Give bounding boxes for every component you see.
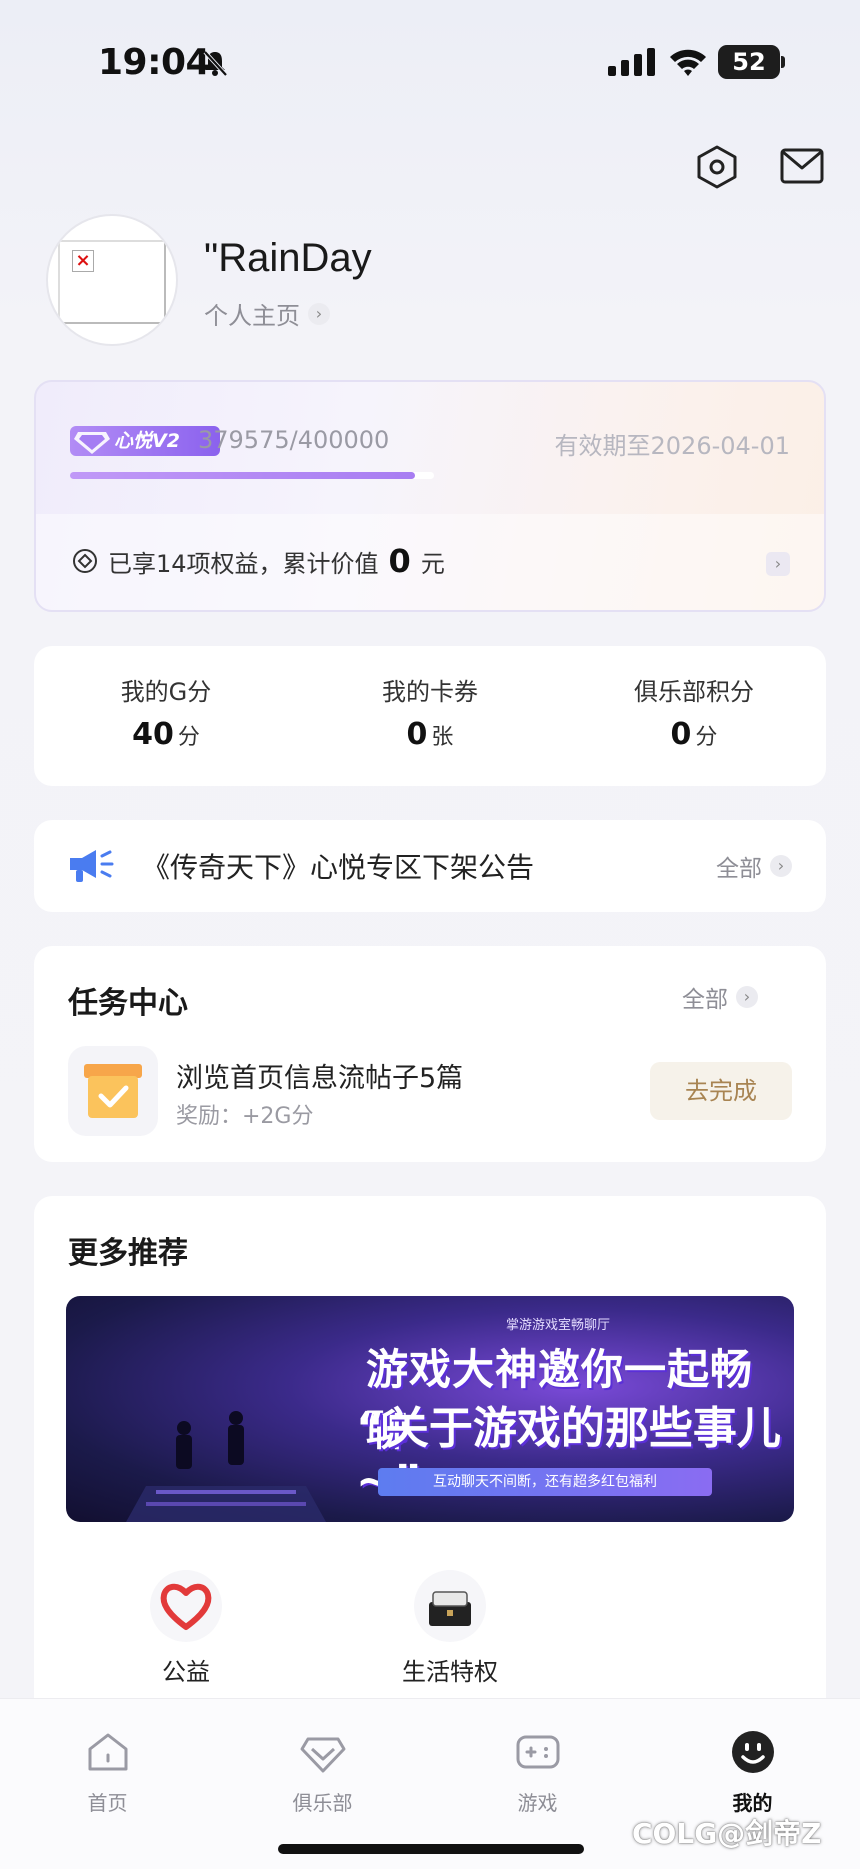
vip-expiry: 有效期至2026-04-01 <box>554 432 790 460</box>
chevron-right-icon[interactable]: › <box>766 552 790 576</box>
task-box-icon <box>84 1064 142 1118</box>
vip-gem-icon <box>74 432 110 454</box>
tab-label: 首页 <box>87 1791 128 1815</box>
vip-points: 379575/400000 <box>198 426 390 454</box>
task-center-title: 任务中心 <box>68 986 188 1021</box>
task-icon <box>68 1046 158 1136</box>
settings-hex-icon[interactable] <box>694 144 740 190</box>
wifi-icon <box>670 49 706 76</box>
shortcut-life-privilege[interactable]: 生活特权 <box>360 1570 540 1687</box>
broken-image-placeholder: × <box>58 240 166 324</box>
watermark: COLG@剑帝Z <box>632 1817 822 1850</box>
recommend-card: 更多推荐 掌游游戏室畅聊厅 游戏大神邀你一起畅聊 “关于游戏的那些事儿~” 互动… <box>34 1196 826 1716</box>
banner-tagline: 互动聊天不间断，还有超多红包福利 <box>378 1468 712 1496</box>
stat-label: 我的G分 <box>120 678 212 706</box>
username: "RainDay <box>204 236 372 280</box>
vip-progress-fill <box>70 472 416 479</box>
chevron-right-icon: › <box>736 986 758 1008</box>
stat-value: 0分 <box>670 717 718 752</box>
banner-figures-illustration <box>126 1411 326 1522</box>
tab-label: 俱乐部 <box>292 1791 353 1815</box>
tab-club[interactable]: 俱乐部 <box>215 1699 430 1816</box>
notice-text: 《传奇天下》心悦专区下架公告 <box>142 851 535 884</box>
stats-card: 我的G分 40 分 我的卡券 0张 俱乐部积分 0分 <box>34 646 826 786</box>
notice-bar[interactable]: 《传奇天下》心悦专区下架公告 全部 › <box>34 820 826 912</box>
chevron-right-icon: › <box>308 302 330 325</box>
broken-image-icon: × <box>72 250 94 272</box>
home-icon <box>88 1733 127 1771</box>
task-center-card: 任务中心 全部 › 浏览首页信息流帖子5篇 奖励：+2G分 去完成 <box>34 946 826 1162</box>
stat-coupons[interactable]: 我的卡券 0张 <box>298 646 562 786</box>
avatar[interactable]: × <box>46 214 178 346</box>
battery-indicator: 52 <box>718 45 785 79</box>
stat-value: 40 分 <box>132 717 200 752</box>
diamond-icon <box>300 1737 345 1773</box>
bell-muted-icon <box>203 50 228 77</box>
vip-progress-bar <box>70 472 434 479</box>
rights-prefix: 已享14项权益，累计价值 <box>108 549 379 578</box>
stat-value: 0张 <box>406 717 454 752</box>
gift-box-icon <box>414 1570 486 1642</box>
gamepad-icon <box>516 1735 559 1769</box>
rights-unit: 元 <box>420 549 445 578</box>
banner-subtitle: 掌游游戏室畅聊厅 <box>506 1318 611 1333</box>
status-time: 19:04 <box>98 42 211 83</box>
task-name: 浏览首页信息流帖子5篇 <box>176 1063 464 1094</box>
homepage-label: 个人主页 <box>204 302 300 330</box>
mail-icon[interactable] <box>780 148 824 184</box>
tab-mine[interactable]: 我的 <box>645 1699 860 1816</box>
notice-all-link[interactable]: 全部 › <box>716 849 792 883</box>
tab-label: 游戏 <box>517 1791 558 1815</box>
homepage-link[interactable]: 个人主页 › <box>204 296 330 331</box>
smiley-icon <box>731 1731 774 1773</box>
task-reward: 奖励：+2G分 <box>176 1104 314 1129</box>
home-indicator[interactable] <box>278 1844 584 1854</box>
promo-banner[interactable]: 掌游游戏室畅聊厅 游戏大神邀你一起畅聊 “关于游戏的那些事儿~” 互动聊天不间断… <box>66 1296 794 1522</box>
recommend-title: 更多推荐 <box>68 1236 188 1271</box>
stat-label: 我的卡券 <box>382 678 478 706</box>
shortcut-label: 生活特权 <box>402 1658 498 1686</box>
stat-g-points[interactable]: 我的G分 40 分 <box>34 646 298 786</box>
stat-label: 俱乐部积分 <box>634 678 754 706</box>
task-complete-button[interactable]: 去完成 <box>650 1062 792 1120</box>
tab-home[interactable]: 首页 <box>0 1699 215 1816</box>
tab-games[interactable]: 游戏 <box>430 1699 645 1816</box>
vip-card[interactable]: 心悦V2 379575/400000 有效期至2026-04-01 已享14项权… <box>34 380 826 612</box>
task-all-link[interactable]: 全部 › <box>682 980 758 1014</box>
vip-rights-summary: 已享14项权益，累计价值 0 元 <box>72 542 445 580</box>
rights-diamond-icon <box>73 549 97 573</box>
shortcut-label: 公益 <box>162 1658 210 1686</box>
rights-value: 0 <box>388 542 411 580</box>
megaphone-icon <box>70 850 114 882</box>
heart-icon <box>150 1570 222 1642</box>
signal-icon <box>608 48 655 76</box>
stat-club-points[interactable]: 俱乐部积分 0分 <box>562 646 826 786</box>
chevron-right-icon: › <box>770 855 792 877</box>
shortcut-charity[interactable]: 公益 <box>96 1570 276 1687</box>
